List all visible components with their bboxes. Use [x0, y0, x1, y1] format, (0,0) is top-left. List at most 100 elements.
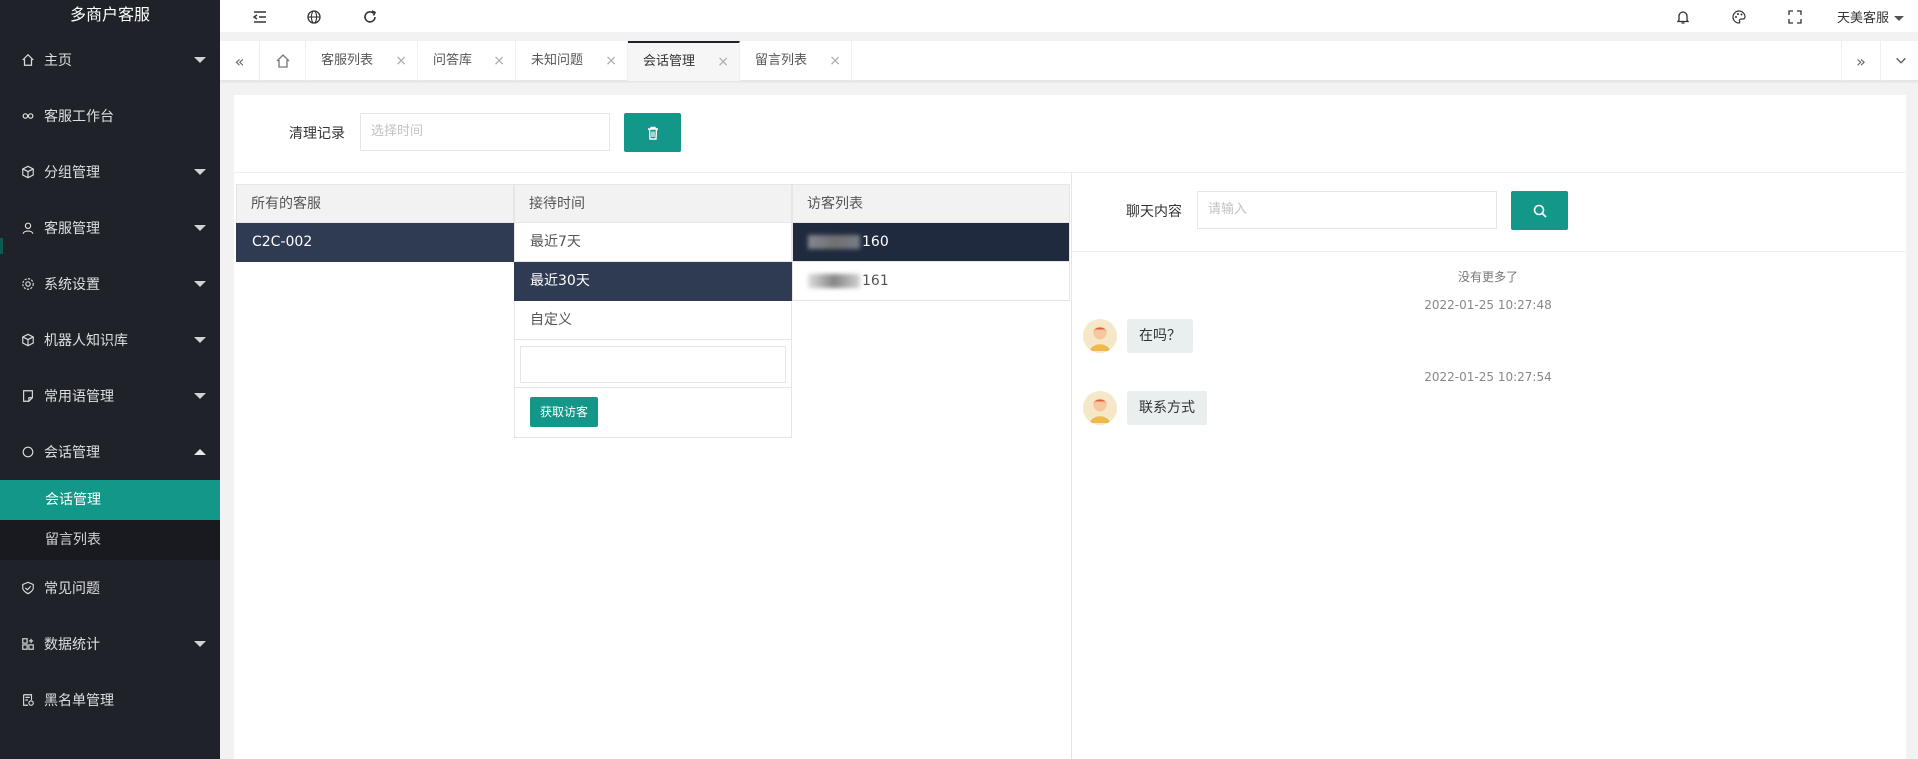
sidebar: 多商户客服 主页 客服工作台 分组管理 客服管理 系统设置 机器人知识库 常用语… [0, 0, 220, 759]
sidebar-subnav: 会话管理 留言列表 [0, 480, 220, 560]
close-icon[interactable]: × [605, 41, 617, 81]
time-option-7days[interactable]: 最近7天 [514, 223, 792, 262]
sidebar-item-groups[interactable]: 分组管理 [0, 144, 220, 200]
tab-label: 留言列表 [755, 53, 808, 68]
search-icon [1533, 204, 1547, 218]
message-time: 2022-01-25 10:27:54 [1424, 370, 1552, 384]
time-picker-input[interactable]: 选择时间 [360, 113, 610, 151]
trash-icon [647, 126, 658, 140]
message-bubble: 在吗？ [1127, 319, 1193, 353]
chat-divider [1071, 172, 1072, 759]
close-icon[interactable]: × [493, 41, 505, 81]
sidebar-item-label: 主页 [44, 53, 72, 69]
tabs-scroll-right-button[interactable]: » [1841, 41, 1881, 81]
bell-icon[interactable] [1673, 7, 1693, 27]
sidebar-subitem-sessions[interactable]: 会话管理 [0, 480, 220, 520]
chat-search-button[interactable] [1511, 191, 1568, 230]
chevron-down-icon [194, 225, 206, 231]
chat-search-label: 聊天内容 [1126, 204, 1182, 220]
visitor-id: 160 [862, 234, 889, 250]
toolbar-divider [234, 172, 1906, 173]
chevron-down-icon [194, 57, 206, 63]
refresh-icon[interactable] [360, 7, 380, 27]
tab-label: 未知问题 [531, 53, 584, 68]
close-icon[interactable]: × [829, 41, 841, 81]
tabs-scroll-left-button[interactable]: « [220, 41, 260, 81]
close-icon[interactable]: × [395, 41, 407, 81]
sidebar-item-label: 会话管理 [44, 445, 100, 461]
home-tab-button[interactable] [260, 41, 306, 81]
clear-records-label: 清理记录 [289, 126, 345, 142]
sidebar-item-workbench[interactable]: 客服工作台 [0, 88, 220, 144]
sidebar-item-home[interactable]: 主页 [0, 32, 220, 88]
time-header: 接待时间 [514, 184, 792, 223]
shield-icon [20, 580, 36, 596]
close-icon[interactable]: × [717, 43, 729, 81]
home-icon [20, 52, 36, 68]
app-logo-title: 多商户客服 [69, 5, 150, 24]
chat-search-divider [1072, 251, 1906, 252]
sidebar-item-faq[interactable]: 常见问题 [0, 560, 220, 616]
visitors-column: 访客列表 160 161 [792, 184, 1070, 301]
fullscreen-icon[interactable] [1785, 7, 1805, 27]
chevron-down-icon [1896, 57, 1906, 64]
sidebar-item-settings[interactable]: 系统设置 [0, 256, 220, 312]
agent-row[interactable]: C2C-002 [236, 223, 514, 262]
sidebar-item-label: 常用语管理 [44, 389, 114, 405]
tab-label: 问答库 [433, 53, 473, 68]
sidebar-item-phrases[interactable]: 常用语管理 [0, 368, 220, 424]
redacted-text [808, 274, 860, 288]
tab-label: 会话管理 [643, 54, 696, 69]
chevron-down-icon [194, 641, 206, 647]
chart-icon [20, 636, 36, 652]
visitor-id: 161 [862, 273, 889, 289]
sidebar-item-blacklist[interactable]: 黑名单管理 [0, 672, 220, 728]
tab-unknown-questions[interactable]: 未知问题 × [516, 41, 628, 81]
fetch-visitors-button[interactable]: 获取访客 [530, 397, 599, 427]
custom-range-wrapper [514, 340, 792, 388]
visitor-avatar [1083, 391, 1117, 425]
session-panel: 清理记录 选择时间 所有的客服 C2C-002 接待时间 最近7天 最近30天 … [234, 95, 1906, 759]
blacklist-icon [20, 692, 36, 708]
theme-palette-icon[interactable] [1729, 7, 1749, 27]
sidebar-subitem-messages[interactable]: 留言列表 [0, 520, 220, 560]
chat-icon [20, 444, 36, 460]
chevron-down-icon [194, 169, 206, 175]
time-option-custom[interactable]: 自定义 [514, 301, 792, 340]
tab-session-management[interactable]: 会话管理 × [628, 41, 740, 81]
user-icon [20, 220, 36, 236]
time-option-30days[interactable]: 最近30天 [514, 262, 792, 301]
tabs-dropdown-button[interactable] [1881, 41, 1918, 81]
chevron-down-icon [194, 337, 206, 343]
redacted-text [808, 235, 860, 249]
fetch-area: 获取访客 [514, 388, 792, 438]
user-name: 天美客服 [1836, 11, 1889, 26]
tabs-bar: « 客服列表 × 问答库 × 未知问题 × 会话管理 × 留言列表 × » [220, 41, 1918, 81]
gear-icon [20, 276, 36, 292]
cube-icon [20, 332, 36, 348]
message-time: 2022-01-25 10:27:48 [1424, 298, 1552, 312]
sidebar-item-label: 数据统计 [44, 637, 100, 653]
sidebar-edge-marker [0, 238, 3, 254]
chat-search-input[interactable]: 请输入 [1197, 191, 1497, 229]
tab-agent-list[interactable]: 客服列表 × [306, 41, 418, 81]
sidebar-item-sessions[interactable]: 会话管理 [0, 424, 220, 480]
sidebar-item-agents[interactable]: 客服管理 [0, 200, 220, 256]
custom-range-input[interactable] [520, 346, 786, 383]
sidebar-item-label: 常见问题 [44, 581, 100, 597]
globe-icon[interactable] [304, 7, 324, 27]
tab-message-list[interactable]: 留言列表 × [740, 41, 852, 81]
sidebar-item-label: 客服工作台 [44, 109, 114, 125]
visitor-row[interactable]: 161 [792, 262, 1070, 301]
user-menu[interactable]: 天美客服 [1837, 7, 1904, 26]
sidebar-item-label: 分组管理 [44, 165, 100, 181]
sidebar-item-robot-kb[interactable]: 机器人知识库 [0, 312, 220, 368]
agents-column: 所有的客服 C2C-002 [236, 184, 514, 262]
menu-toggle-icon[interactable] [250, 7, 270, 27]
visitor-avatar [1083, 319, 1117, 353]
sidebar-item-stats[interactable]: 数据统计 [0, 616, 220, 672]
time-column: 接待时间 最近7天 最近30天 自定义 获取访客 [514, 184, 792, 438]
visitor-row[interactable]: 160 [792, 223, 1070, 262]
tab-qa-library[interactable]: 问答库 × [418, 41, 516, 81]
delete-records-button[interactable] [624, 113, 681, 152]
